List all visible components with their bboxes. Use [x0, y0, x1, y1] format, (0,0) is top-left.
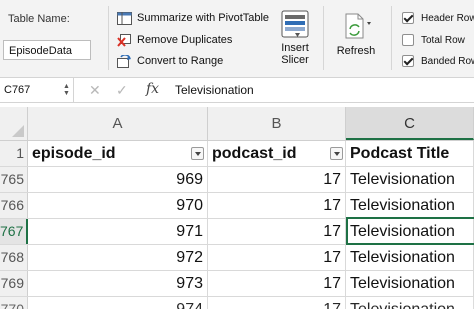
- formula-input[interactable]: Televisionation: [175, 78, 254, 102]
- row-number[interactable]: 1: [0, 141, 28, 166]
- ribbon-divider: [108, 6, 109, 70]
- cell-episode-id[interactable]: 970: [28, 193, 208, 218]
- cell-podcast-title[interactable]: Televisionation: [346, 219, 474, 244]
- column-header-a[interactable]: A: [28, 107, 208, 140]
- insert-function-icon[interactable]: fx: [146, 81, 159, 97]
- banded-rows-label: Banded Rows: [421, 55, 474, 67]
- cell-episode-id[interactable]: 971: [28, 219, 208, 244]
- convert-to-range-button[interactable]: Convert to Range: [117, 53, 223, 69]
- summarize-label: Summarize with PivotTable: [137, 12, 270, 24]
- filter-dropdown-icon[interactable]: [330, 147, 343, 160]
- convert-to-range-icon: [117, 54, 131, 68]
- row-number[interactable]: 766: [0, 193, 28, 218]
- header-cell-podcast-id[interactable]: podcast_id: [208, 141, 346, 166]
- total-row-label: Total Row: [421, 34, 465, 46]
- insert-slicer-label-1: Insert: [281, 42, 309, 54]
- cell-podcast-title[interactable]: Televisionation: [346, 297, 474, 309]
- table-header-row: 1 episode_id podcast_id Podcast Title: [0, 141, 474, 167]
- header-row-checkbox[interactable]: [402, 12, 414, 24]
- column-header-row: A B C: [0, 107, 474, 141]
- summarize-with-pivottable-button[interactable]: Summarize with PivotTable: [117, 10, 269, 26]
- refresh-icon: [345, 13, 371, 39]
- formula-bar: C767 ▲ ▼ ✕ ✓ fx Televisionation: [0, 78, 474, 103]
- confirm-check-icon[interactable]: ✓: [116, 82, 128, 99]
- ribbon-divider: [391, 6, 392, 70]
- table-name-label: Table Name:: [8, 13, 70, 25]
- cell-podcast-id[interactable]: 17: [208, 193, 346, 218]
- pivot-table-icon: [117, 11, 132, 25]
- banded-rows-checkbox[interactable]: [402, 55, 414, 67]
- ribbon: Table Name: EpisodeData Summarize with P…: [0, 0, 474, 78]
- column-header-c[interactable]: C: [346, 107, 474, 140]
- remove-duplicates-label: Remove Duplicates: [137, 34, 233, 46]
- row-number[interactable]: 768: [0, 245, 28, 270]
- cell-episode-id[interactable]: 969: [28, 167, 208, 192]
- cell-podcast-title[interactable]: Televisionation: [346, 167, 474, 192]
- table-row: 766 970 17 Televisionation: [0, 193, 474, 219]
- convert-to-range-label: Convert to Range: [137, 55, 224, 67]
- header-cell-podcast-title[interactable]: Podcast Title: [346, 141, 474, 166]
- total-row-checkbox[interactable]: [402, 34, 414, 46]
- table-row: 765 969 17 Televisionation: [0, 167, 474, 193]
- cell-episode-id[interactable]: 973: [28, 271, 208, 296]
- name-box-stepper-icon[interactable]: ▲ ▼: [63, 83, 70, 97]
- cell-podcast-id[interactable]: 17: [208, 219, 346, 244]
- refresh-label: Refresh: [336, 45, 376, 57]
- header-label: podcast_id: [212, 145, 297, 162]
- cell-podcast-title[interactable]: Televisionation: [346, 271, 474, 296]
- cell-podcast-id[interactable]: 17: [208, 271, 346, 296]
- remove-duplicates-icon: [117, 33, 131, 47]
- column-header-b[interactable]: B: [208, 107, 346, 140]
- table-row: 768 972 17 Televisionation: [0, 245, 474, 271]
- name-box[interactable]: C767 ▲ ▼: [0, 78, 74, 102]
- ribbon-divider: [323, 6, 324, 70]
- table-row: 769 973 17 Televisionation: [0, 271, 474, 297]
- row-number[interactable]: 767: [0, 219, 28, 244]
- cell-podcast-id[interactable]: 17: [208, 297, 346, 309]
- cell-episode-id[interactable]: 974: [28, 297, 208, 309]
- header-label: episode_id: [32, 145, 116, 162]
- header-row-label: Header Row: [421, 12, 474, 24]
- cancel-icon[interactable]: ✕: [89, 82, 101, 99]
- table-row: 770 974 17 Televisionation: [0, 297, 474, 309]
- filter-dropdown-icon[interactable]: [191, 147, 204, 160]
- table-name-input[interactable]: EpisodeData: [3, 40, 91, 60]
- select-all-corner[interactable]: [0, 107, 28, 140]
- row-number[interactable]: 765: [0, 167, 28, 192]
- cell-podcast-title[interactable]: Televisionation: [346, 245, 474, 270]
- total-row-toggle[interactable]: Total Row: [402, 32, 465, 48]
- cell-podcast-id[interactable]: 17: [208, 245, 346, 270]
- banded-rows-toggle[interactable]: Banded Rows: [402, 53, 474, 69]
- insert-slicer-label-2: Slicer: [281, 54, 309, 66]
- insert-slicer-button[interactable]: Insert Slicer: [275, 10, 315, 66]
- header-row-toggle[interactable]: Header Row: [402, 10, 474, 26]
- select-all-triangle-icon: [12, 125, 24, 137]
- name-box-value: C767: [4, 84, 31, 96]
- chevron-down-icon: [367, 22, 371, 25]
- row-number[interactable]: 770: [0, 297, 28, 309]
- cell-podcast-title[interactable]: Televisionation: [346, 193, 474, 218]
- refresh-button[interactable]: Refresh: [333, 12, 379, 57]
- row-number[interactable]: 769: [0, 271, 28, 296]
- cell-podcast-id[interactable]: 17: [208, 167, 346, 192]
- remove-duplicates-button[interactable]: Remove Duplicates: [117, 32, 232, 48]
- header-label: Podcast Title: [350, 145, 450, 162]
- slicer-icon: [281, 10, 309, 38]
- table-row: 767 971 17 Televisionation: [0, 219, 474, 245]
- header-cell-episode-id[interactable]: episode_id: [28, 141, 208, 166]
- cell-episode-id[interactable]: 972: [28, 245, 208, 270]
